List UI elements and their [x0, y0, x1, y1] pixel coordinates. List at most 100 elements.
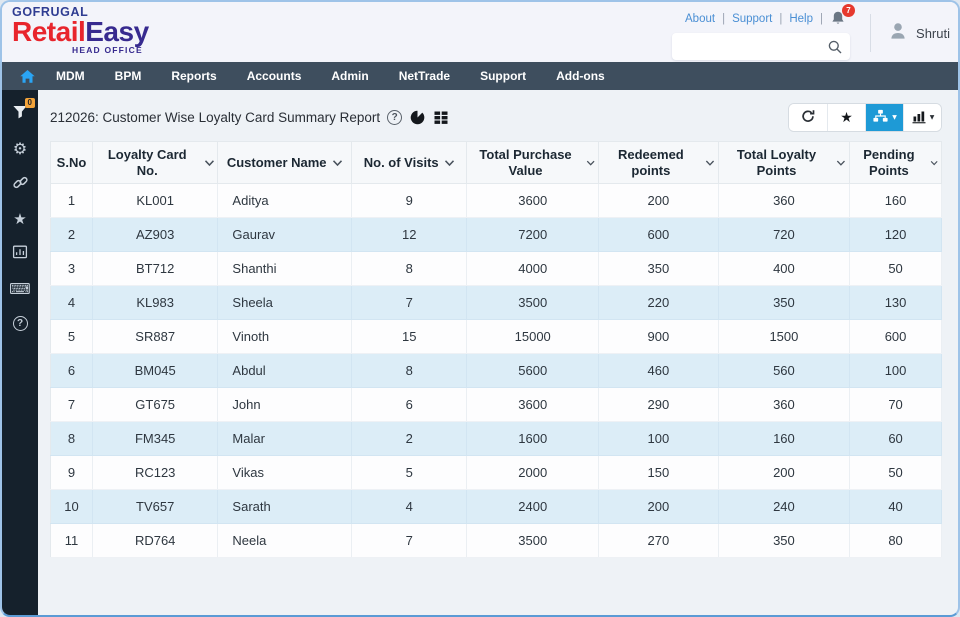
- nav-item-support[interactable]: Support: [465, 62, 541, 90]
- cell-customer-name: Neela: [218, 524, 352, 558]
- nav-item-nettrade[interactable]: NetTrade: [384, 62, 465, 90]
- report-widget-button[interactable]: [2, 236, 38, 271]
- header-link-support[interactable]: Support: [732, 13, 772, 25]
- cell-loyalty-card-no: BM045: [92, 354, 217, 388]
- cell-total-purchase-value: 5600: [467, 354, 599, 388]
- cell-total-loyalty-points: 350: [718, 286, 849, 320]
- user-menu[interactable]: Shruti: [870, 14, 950, 52]
- notifications-bell[interactable]: 7: [830, 10, 850, 28]
- cell-s-no: 6: [51, 354, 93, 388]
- bell-icon: [830, 18, 846, 30]
- help-button[interactable]: ?: [2, 306, 38, 341]
- table-row[interactable]: 11RD764Neela7350027035080: [51, 524, 942, 558]
- link-button[interactable]: [2, 166, 38, 201]
- cell-total-purchase-value: 3600: [467, 184, 599, 218]
- table-row[interactable]: 7GT675John6360029036070: [51, 388, 942, 422]
- table-row[interactable]: 10TV657Sarath4240020024040: [51, 490, 942, 524]
- table-row[interactable]: 9RC123Vikas5200015020050: [51, 456, 942, 490]
- cell-pending-points: 120: [850, 218, 942, 252]
- nav-item-mdm[interactable]: MDM: [41, 62, 100, 90]
- cell-no-of-visits: 9: [351, 184, 466, 218]
- home-icon[interactable]: [13, 68, 41, 84]
- favorite-report-button[interactable]: ★: [827, 104, 865, 131]
- cell-total-purchase-value: 3500: [467, 524, 599, 558]
- report-help-icon[interactable]: ?: [387, 110, 402, 125]
- cell-redeemed-points: 220: [598, 286, 718, 320]
- table-row[interactable]: 3BT712Shanthi8400035040050: [51, 252, 942, 286]
- brand-product-retail: Retail: [12, 16, 85, 47]
- header-link-help[interactable]: Help: [789, 13, 813, 25]
- header-link-about[interactable]: About: [685, 13, 715, 25]
- keyboard-button[interactable]: ⌨: [2, 271, 38, 306]
- table-body: 1KL001Aditya936002003601602AZ903Gaurav12…: [51, 184, 942, 558]
- nav-item-add-ons[interactable]: Add-ons: [541, 62, 620, 90]
- cell-no-of-visits: 4: [351, 490, 466, 524]
- search-icon[interactable]: [827, 39, 843, 55]
- table-row[interactable]: 2AZ903Gaurav127200600720120: [51, 218, 942, 252]
- cell-s-no: 1: [51, 184, 93, 218]
- cell-total-loyalty-points: 400: [718, 252, 849, 286]
- cell-customer-name: Aditya: [218, 184, 352, 218]
- refresh-icon: [800, 108, 816, 127]
- search-input[interactable]: [681, 40, 827, 54]
- nav-item-bpm[interactable]: BPM: [100, 62, 157, 90]
- cell-s-no: 10: [51, 490, 93, 524]
- cell-customer-name: Sarath: [218, 490, 352, 524]
- cell-total-purchase-value: 7200: [467, 218, 599, 252]
- table-row[interactable]: 1KL001Aditya93600200360160: [51, 184, 942, 218]
- column-label: No. of Visits: [364, 155, 439, 171]
- cell-total-purchase-value: 1600: [467, 422, 599, 456]
- column-label: Total Purchase Value: [470, 147, 580, 178]
- cell-loyalty-card-no: SR887: [92, 320, 217, 354]
- hierarchy-icon: [872, 108, 889, 127]
- column-header-pending-points[interactable]: Pending Points: [850, 142, 942, 184]
- pie-chart-icon[interactable]: [409, 109, 426, 126]
- hierarchy-view-button[interactable]: ▼: [865, 104, 903, 131]
- cell-pending-points: 40: [850, 490, 942, 524]
- cell-pending-points: 80: [850, 524, 942, 558]
- cell-redeemed-points: 150: [598, 456, 718, 490]
- column-header-loyalty-card-no[interactable]: Loyalty Card No.: [92, 142, 217, 184]
- cell-no-of-visits: 5: [351, 456, 466, 490]
- chart-view-button[interactable]: ▼: [903, 104, 941, 131]
- brand-tagline: HEAD OFFICE: [72, 45, 149, 55]
- table-row[interactable]: 8FM345Malar2160010016060: [51, 422, 942, 456]
- notification-badge: 7: [842, 4, 855, 17]
- cell-pending-points: 600: [850, 320, 942, 354]
- filter-icon-button[interactable]: 0: [2, 96, 38, 131]
- cell-pending-points: 130: [850, 286, 942, 320]
- cell-total-purchase-value: 2000: [467, 456, 599, 490]
- table-row[interactable]: 6BM045Abdul85600460560100: [51, 354, 942, 388]
- nav-item-accounts[interactable]: Accounts: [232, 62, 317, 90]
- favorites-button[interactable]: ★: [2, 201, 38, 236]
- nav-item-reports[interactable]: Reports: [156, 62, 231, 90]
- cell-customer-name: Sheela: [218, 286, 352, 320]
- link-icon: [12, 174, 29, 194]
- table-row[interactable]: 5SR887Vinoth15150009001500600: [51, 320, 942, 354]
- nav-item-admin[interactable]: Admin: [316, 62, 383, 90]
- search-box[interactable]: [672, 33, 850, 60]
- cell-loyalty-card-no: GT675: [92, 388, 217, 422]
- cell-loyalty-card-no: BT712: [92, 252, 217, 286]
- cell-total-loyalty-points: 240: [718, 490, 849, 524]
- refresh-button[interactable]: [789, 104, 827, 131]
- column-header-no-of-visits[interactable]: No. of Visits: [351, 142, 466, 184]
- column-header-total-loyalty-points[interactable]: Total Loyalty Points: [718, 142, 849, 184]
- table-row[interactable]: 4KL983Sheela73500220350130: [51, 286, 942, 320]
- report-widget-icon: [12, 244, 28, 263]
- column-header-customer-name[interactable]: Customer Name: [218, 142, 352, 184]
- column-header-total-purchase-value[interactable]: Total Purchase Value: [467, 142, 599, 184]
- cell-total-purchase-value: 3500: [467, 286, 599, 320]
- sort-caret-icon: [836, 159, 846, 167]
- cell-no-of-visits: 2: [351, 422, 466, 456]
- link-separator: |: [779, 13, 782, 25]
- left-sidebar: 0 ⚙ ★ ⌨ ?: [2, 90, 38, 615]
- settings-button[interactable]: ⚙: [2, 131, 38, 166]
- report-title: 212026: Customer Wise Loyalty Card Summa…: [50, 110, 380, 125]
- chevron-down-icon: ▼: [892, 114, 897, 121]
- avatar-icon: [887, 20, 909, 47]
- column-header-redeemed-points[interactable]: Redeemed points: [598, 142, 718, 184]
- cell-no-of-visits: 8: [351, 354, 466, 388]
- table-view-icon[interactable]: [433, 110, 449, 125]
- cell-pending-points: 160: [850, 184, 942, 218]
